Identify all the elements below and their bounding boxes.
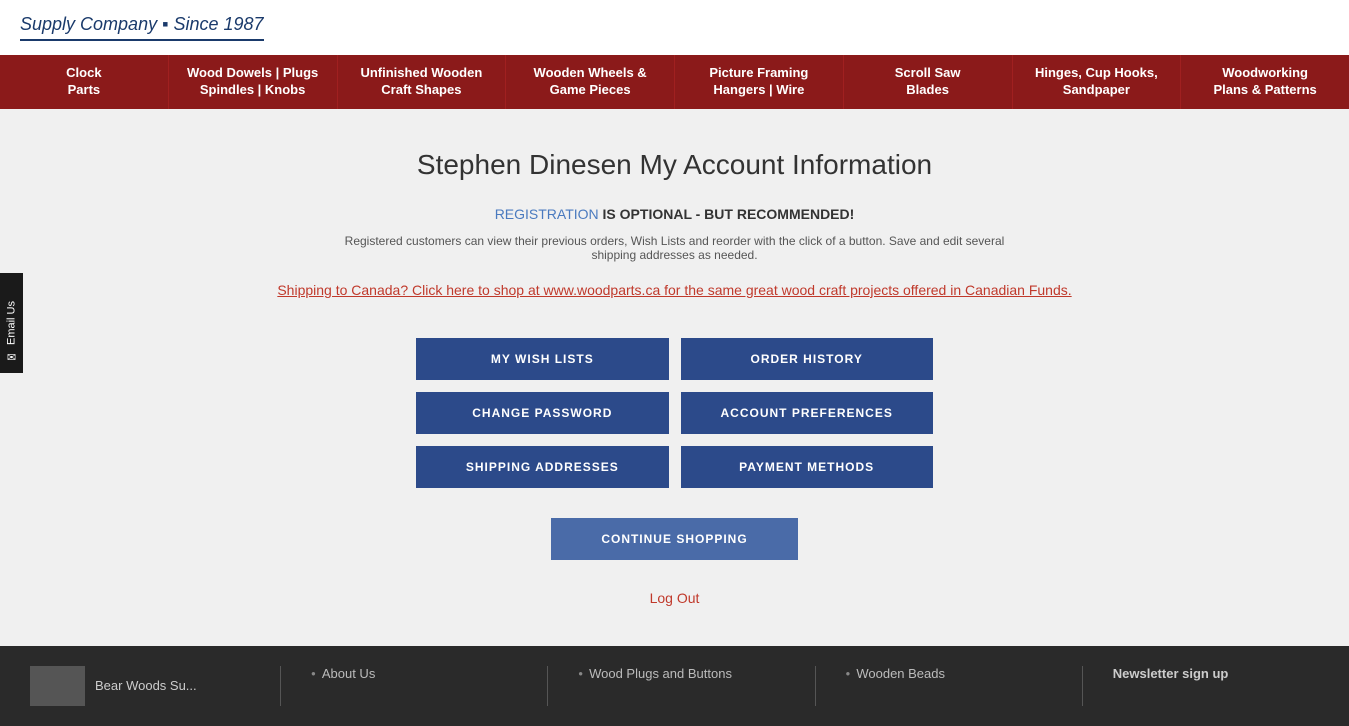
email-sidebar-label: Email Us	[6, 300, 18, 344]
wood-plugs-label: Wood Plugs and Buttons	[589, 666, 732, 681]
nav-item-hinges[interactable]: Hinges, Cup Hooks,Sandpaper	[1013, 55, 1182, 109]
logo: Supply Company ▪ Since 1987	[20, 14, 264, 41]
footer: Bear Woods Su... ● About Us ● Wood Plugs…	[0, 646, 1349, 726]
registration-label-blue: REGISTRATION	[495, 206, 599, 222]
footer-divider-3	[815, 666, 816, 706]
footer-divider-1	[280, 666, 281, 706]
nav-item-scroll-saw[interactable]: Scroll SawBlades	[844, 55, 1013, 109]
nav-item-woodworking[interactable]: WoodworkingPlans & Patterns	[1181, 55, 1349, 109]
account-preferences-button[interactable]: ACCOUNT PREFERENCES	[681, 392, 933, 434]
shipping-addresses-button[interactable]: SHIPPING ADDRESSES	[416, 446, 668, 488]
main-content: Stephen Dinesen My Account Information R…	[0, 109, 1349, 646]
change-password-button[interactable]: CHANGE PASSWORD	[416, 392, 668, 434]
registration-text: REGISTRATION IS OPTIONAL - BUT RECOMMEND…	[20, 206, 1329, 222]
footer-logo-area: Bear Woods Su...	[30, 666, 250, 706]
footer-divider-4	[1082, 666, 1083, 706]
logout-link[interactable]: Log Out	[20, 590, 1329, 606]
footer-logo-thumbnail	[30, 666, 85, 706]
my-wish-lists-button[interactable]: MY WISH LISTS	[416, 338, 668, 380]
footer-wooden-beads[interactable]: ● Wooden Beads	[846, 666, 1052, 681]
info-text: Registered customers can view their prev…	[325, 234, 1025, 262]
footer-col-beads: ● Wooden Beads	[846, 666, 1052, 681]
footer-col-plugs: ● Wood Plugs and Buttons	[578, 666, 784, 681]
footer-col-about: ● About Us	[311, 666, 517, 681]
footer-divider-2	[547, 666, 548, 706]
main-nav: ClockParts Wood Dowels | PlugsSpindles |…	[0, 55, 1349, 109]
bullet-icon-3: ●	[846, 669, 851, 678]
order-history-button[interactable]: ORDER HISTORY	[681, 338, 933, 380]
nav-item-wooden-wheels[interactable]: Wooden Wheels &Game Pieces	[506, 55, 675, 109]
header: Supply Company ▪ Since 1987	[0, 0, 1349, 55]
footer-about-us[interactable]: ● About Us	[311, 666, 517, 681]
account-buttons-grid: MY WISH LISTS ORDER HISTORY CHANGE PASSW…	[416, 338, 933, 488]
nav-item-unfinished-wooden[interactable]: Unfinished WoodenCraft Shapes	[338, 55, 507, 109]
continue-shopping-button[interactable]: CONTINUE SHOPPING	[551, 518, 797, 560]
bullet-icon-2: ●	[578, 669, 583, 678]
payment-methods-button[interactable]: PAYMENT METHODS	[681, 446, 933, 488]
canada-link[interactable]: Shipping to Canada? Click here to shop a…	[277, 282, 1071, 298]
email-sidebar[interactable]: ✉ Email Us	[0, 273, 23, 373]
footer-wood-plugs[interactable]: ● Wood Plugs and Buttons	[578, 666, 784, 681]
footer-col-newsletter: Newsletter sign up	[1113, 666, 1319, 681]
wooden-beads-label: Wooden Beads	[856, 666, 945, 681]
about-us-label: About Us	[322, 666, 375, 681]
bullet-icon: ●	[311, 669, 316, 678]
nav-item-clock-parts[interactable]: ClockParts	[0, 55, 169, 109]
registration-label-rest: IS OPTIONAL - BUT RECOMMENDED!	[603, 206, 855, 222]
page-title: Stephen Dinesen My Account Information	[20, 149, 1329, 181]
canada-text[interactable]: Shipping to Canada? Click here to shop a…	[275, 282, 1075, 298]
newsletter-label: Newsletter sign up	[1113, 666, 1319, 681]
email-icon: ✉	[5, 350, 18, 363]
footer-logo-name: Bear Woods Su...	[95, 678, 197, 693]
nav-item-wood-dowels[interactable]: Wood Dowels | PlugsSpindles | Knobs	[169, 55, 338, 109]
nav-item-picture-framing[interactable]: Picture FramingHangers | Wire	[675, 55, 844, 109]
